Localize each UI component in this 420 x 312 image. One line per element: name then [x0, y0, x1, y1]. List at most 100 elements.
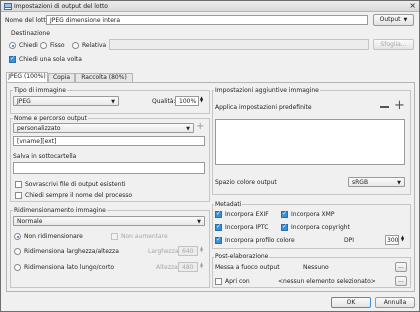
open-with-more-button[interactable]: ...: [395, 276, 407, 286]
height-value: 480: [182, 264, 194, 271]
height-input[interactable]: 480: [178, 262, 198, 272]
quality-input[interactable]: 100%: [175, 96, 199, 106]
resize-grip-icon[interactable]: ⋰: [411, 303, 417, 310]
presets-list[interactable]: [215, 119, 405, 165]
post-processing-label: Post-elaborazione: [214, 253, 270, 260]
open-with-value: <nessun elemento selezionato>: [278, 278, 376, 285]
color-space-select[interactable]: sRGB ▼: [348, 177, 405, 187]
add-preset-icon[interactable]: +: [394, 99, 405, 112]
dpi-label: DPI: [344, 237, 355, 244]
batch-name-input[interactable]: JPEG dimensione intera: [46, 15, 368, 25]
chevron-down-icon: ▼: [403, 17, 408, 23]
destination-label: Destinazione: [11, 30, 50, 37]
batch-output-dialog: Impostazioni di output del lotto × Nome …: [0, 0, 420, 312]
close-icon[interactable]: ×: [409, 2, 416, 10]
copyright-checkbox[interactable]: [281, 223, 288, 231]
quality-spinner[interactable]: ▲ ▼: [199, 96, 204, 103]
open-with-checkbox[interactable]: [215, 278, 222, 285]
radio-fisso-label: Fisso: [50, 42, 65, 49]
no-enlarge-checkbox[interactable]: [111, 233, 118, 240]
remove-preset-icon[interactable]: [380, 106, 389, 108]
radio-fisso[interactable]: [40, 42, 47, 49]
metadata-label: Metadati: [214, 201, 243, 208]
ask-name-checkbox[interactable]: [15, 192, 22, 199]
chevron-down-icon: ▼: [397, 180, 401, 186]
radio-relativa-label: Relativa: [82, 42, 107, 49]
destination-path-input[interactable]: [109, 39, 369, 50]
width-input[interactable]: 640: [178, 246, 198, 256]
ask-name-label: Chiedi sempre il nome del processo: [25, 192, 133, 199]
height-spinner[interactable]: ▲ ▼: [199, 262, 204, 269]
width-label: Larghezza: [148, 248, 179, 255]
quality-label: Qualità:: [152, 98, 176, 105]
no-enlarge-label: Non aumentare: [121, 233, 168, 240]
extra-settings-label: Impostazioni aggiuntive immagine: [214, 87, 320, 94]
ask-once-checkbox[interactable]: [9, 55, 16, 63]
add-preset-icon[interactable]: +: [196, 122, 204, 132]
browse-button[interactable]: Sfoglia...: [373, 39, 414, 50]
dpi-value: 300: [387, 237, 399, 244]
height-label: Altezza: [156, 264, 178, 271]
tab-copia[interactable]: Copia: [48, 73, 75, 82]
name-pattern-value: [vname][ext]: [17, 138, 57, 145]
focus-more-label: ...: [398, 263, 404, 270]
chevron-down-icon: ▼: [186, 126, 190, 132]
width-spinner[interactable]: ▲ ▼: [199, 246, 204, 253]
window-title: Impostazioni di output del lotto: [14, 3, 108, 10]
iptc-checkbox[interactable]: [215, 223, 222, 231]
tab-jpeg[interactable]: JPEG (100%): [6, 72, 48, 82]
copyright-label: Incorpora copyright: [291, 224, 350, 231]
radio-resize-long[interactable]: [14, 264, 21, 271]
color-space-value: sRGB: [352, 179, 369, 186]
tab-raccolta-label: Raccolta (80%): [81, 74, 127, 81]
radio-no-resize[interactable]: [14, 233, 21, 240]
output-button-label: Output: [379, 16, 401, 23]
name-preset-value: personalizzato: [17, 125, 61, 132]
focus-more-button[interactable]: ...: [395, 262, 407, 272]
browse-button-label: Sfoglia...: [380, 41, 407, 48]
tab-raccolta[interactable]: Raccolta (80%): [75, 73, 133, 82]
color-profile-label: Incorpora profilo colore: [225, 237, 295, 244]
ok-button[interactable]: OK: [331, 297, 371, 308]
color-space-label: Spazio colore output: [215, 179, 277, 186]
apply-presets-label: Applica impostazioni predefinite: [215, 104, 312, 111]
ok-button-label: OK: [346, 299, 356, 306]
no-resize-label: Non ridimensionare: [24, 233, 83, 240]
ask-once-label: Chiedi una sola volta: [19, 56, 82, 63]
app-icon: [4, 3, 12, 10]
tab-copia-label: Copia: [52, 74, 70, 81]
image-type-value: JPEG: [17, 98, 31, 105]
output-button[interactable]: Output ▼: [373, 14, 414, 26]
open-with-label: Apri con: [225, 278, 250, 285]
tab-jpeg-label: JPEG (100%): [8, 73, 46, 80]
radio-chiedi[interactable]: [9, 42, 16, 49]
title-bar: Impostazioni di output del lotto ×: [1, 1, 419, 12]
overwrite-label: Sovrascrivi file di output esistenti: [25, 181, 126, 188]
quality-value: 100%: [179, 98, 197, 105]
radio-chiedi-label: Chiedi: [19, 42, 38, 49]
overwrite-checkbox[interactable]: [15, 181, 22, 188]
resize-mode-select[interactable]: Normale ▼: [13, 216, 205, 226]
resize-mode-value: Normale: [17, 218, 43, 225]
subfolder-input[interactable]: [13, 162, 205, 174]
exif-checkbox[interactable]: [215, 210, 222, 218]
chevron-down-icon: ▼: [111, 99, 115, 105]
color-profile-checkbox[interactable]: [215, 236, 222, 244]
xmp-checkbox[interactable]: [281, 210, 288, 218]
chevron-down-icon: ▼: [197, 219, 201, 225]
subfolder-label: Salva in sottocartella: [13, 153, 77, 160]
focus-label: Messa a fuoco output: [215, 264, 280, 271]
cancel-button-label: Annulla: [383, 299, 407, 306]
radio-relativa[interactable]: [72, 42, 79, 49]
batch-name-value: JPEG dimensione intera: [50, 17, 121, 24]
dpi-spinner[interactable]: ▲ ▼: [400, 235, 405, 242]
name-preset-select[interactable]: personalizzato ▼: [13, 123, 194, 133]
name-path-label: Nome e percorso output: [13, 115, 88, 122]
batch-name-label: Nome del lotto:: [5, 17, 52, 24]
focus-value: Nessuno: [303, 264, 329, 271]
radio-resize-width[interactable]: [14, 248, 21, 255]
cancel-button[interactable]: Annulla: [375, 297, 415, 308]
image-type-select[interactable]: JPEG ▼: [13, 96, 119, 106]
name-pattern-input[interactable]: [vname][ext]: [13, 136, 205, 146]
dpi-input[interactable]: 300: [385, 235, 399, 245]
